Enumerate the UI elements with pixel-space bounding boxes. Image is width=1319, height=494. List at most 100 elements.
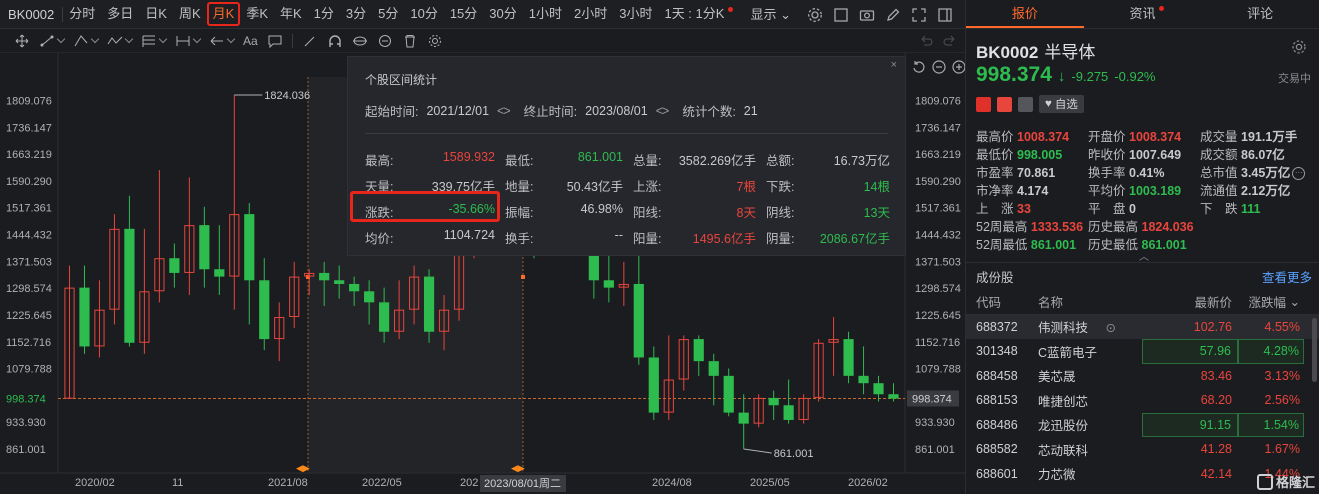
candle-body xyxy=(214,269,225,277)
candle-body xyxy=(843,339,854,376)
period-tab[interactable]: 3分 xyxy=(340,4,372,24)
display-menu[interactable]: 显示 ⌄ xyxy=(744,5,797,25)
range-tool-icon[interactable] xyxy=(175,34,202,48)
scrollbar[interactable] xyxy=(1312,318,1317,382)
price-change: -9.275 xyxy=(1071,69,1109,84)
stats-key: 最高: xyxy=(365,153,394,168)
collapse-icon[interactable] xyxy=(937,7,953,23)
comment-tool-icon[interactable] xyxy=(267,34,283,48)
zoom-out-icon[interactable] xyxy=(931,59,947,75)
eraser-tool-icon[interactable] xyxy=(302,34,318,48)
eye-icon[interactable] xyxy=(352,34,368,48)
quote-key: 52周最高 xyxy=(976,219,1028,234)
arrow-tool-icon[interactable] xyxy=(209,34,236,48)
quote-cell: 成交量 191.1万手 xyxy=(1200,126,1312,145)
y-tick-label-left: 1298.574 xyxy=(6,283,52,295)
col-name[interactable]: 名称 xyxy=(1030,292,1142,311)
quote-cell: 换手率 0.41% xyxy=(1088,162,1200,181)
tab-quote[interactable]: 报价 xyxy=(966,0,1084,28)
table-row[interactable]: 688486 龙迅股份 91.15 1.54% xyxy=(966,412,1319,437)
crosshair-date: 2023/08/01周二 xyxy=(484,477,561,490)
start-adjust-icon[interactable]: <> xyxy=(497,104,511,118)
gear-icon[interactable] xyxy=(1291,39,1307,55)
table-row[interactable]: 688458 美芯晟 83.46 3.13% xyxy=(966,364,1319,389)
fib-tool-icon[interactable] xyxy=(141,34,168,48)
period-tab[interactable]: 1小时 xyxy=(523,4,568,24)
quote-value: 70.861 xyxy=(1013,165,1056,180)
tab-comments-label: 评论 xyxy=(1247,6,1274,21)
y-tick-label-left: 1225.645 xyxy=(6,310,52,322)
x-tick-label: 2026/02 xyxy=(848,477,888,489)
stock-change: 1.54% xyxy=(1238,412,1304,437)
quote-value: 3.45万亿 xyxy=(1237,165,1291,180)
checkbox-icon[interactable] xyxy=(833,7,849,23)
wave-tool-icon[interactable] xyxy=(107,34,134,48)
current-price-tag: 998.374 xyxy=(912,394,952,406)
period-tab[interactable]: 10分 xyxy=(404,4,443,24)
period-tab[interactable]: 多日 xyxy=(101,4,139,24)
reset-zoom-icon[interactable] xyxy=(911,59,927,75)
col-change[interactable]: 涨跌幅 ⌄ xyxy=(1238,290,1304,314)
table-row[interactable]: 301348 C蓝箭电子 57.96 4.28% xyxy=(966,339,1319,364)
camera-icon[interactable] xyxy=(859,7,875,23)
undo-icon[interactable] xyxy=(918,34,934,48)
quote-cell: 市盈率 70.861 xyxy=(976,162,1088,181)
trendline-tool-icon[interactable] xyxy=(39,34,66,48)
period-tab[interactable]: 季K xyxy=(240,4,274,24)
trash-icon[interactable] xyxy=(402,34,418,48)
stock-code: 688372 xyxy=(976,319,1018,334)
period-tab[interactable]: 日K xyxy=(139,4,173,24)
fullscreen-icon[interactable] xyxy=(911,7,927,23)
move-cross-icon[interactable] xyxy=(14,34,30,48)
period-tab-monthly[interactable]: 月K xyxy=(206,2,241,26)
redo-icon[interactable] xyxy=(942,34,958,48)
period-tab[interactable]: 2小时 xyxy=(568,4,613,24)
start-date[interactable]: 2021/12/01 xyxy=(426,104,489,118)
table-row[interactable]: 688153 唯捷创芯 68.20 2.56% xyxy=(966,388,1319,413)
period-tab[interactable]: 3小时 xyxy=(613,4,658,24)
y-tick-label-left: 1809.076 xyxy=(6,95,52,107)
close-icon[interactable]: × xyxy=(891,59,897,71)
stats-row: 最高: 1589.932 最低: 861.001 总量: 3582.269亿手 总额: 16.… xyxy=(365,146,890,172)
lock-icon[interactable] xyxy=(377,34,393,48)
constituents-title: 成份股 xyxy=(976,271,1014,285)
quote-cell: 总市值 3.45万亿 ··· xyxy=(1200,162,1312,181)
view-icon[interactable]: ⊙ xyxy=(1102,321,1115,335)
channel-tool-icon[interactable] xyxy=(73,34,100,48)
period-tab[interactable]: 分时 xyxy=(63,4,101,24)
period-tab[interactable]: 1分 xyxy=(308,4,340,24)
expand-icon[interactable]: ︿ xyxy=(1139,248,1149,263)
col-price[interactable]: 最新价 xyxy=(1142,290,1238,314)
drawing-settings-icon[interactable] xyxy=(427,34,443,48)
tab-news[interactable]: 资讯 xyxy=(1084,0,1202,28)
constituents-table: 代码 名称 最新价 涨跌幅 ⌄ 688372 伟测科技 ⊙ 102.76 4.55% 3… xyxy=(966,290,1319,486)
see-more-link[interactable]: 查看更多 xyxy=(1262,267,1312,286)
x-tick-label: 2025/05 xyxy=(750,477,790,489)
period-tab[interactable]: 15分 xyxy=(444,4,483,24)
end-adjust-icon[interactable]: <> xyxy=(656,104,670,118)
magnet-icon[interactable] xyxy=(327,34,343,48)
period-tab[interactable]: 周K xyxy=(173,4,207,24)
col-code[interactable]: 代码 xyxy=(966,292,1030,311)
y-tick-label-right: 1152.716 xyxy=(915,337,960,349)
candle-body xyxy=(364,291,375,303)
tab-comments[interactable]: 评论 xyxy=(1201,0,1319,28)
settings-icon[interactable] xyxy=(807,7,823,23)
candle-body xyxy=(334,280,345,284)
end-date[interactable]: 2023/08/01 xyxy=(585,104,648,118)
period-tab[interactable]: 30分 xyxy=(483,4,522,24)
count-value: 21 xyxy=(743,103,758,118)
table-row[interactable]: 688582 芯动联科 41.28 1.67% xyxy=(966,437,1319,462)
stats-range: 起始时间: 2021/12/01 <> 终止时间: 2023/08/01 <> … xyxy=(365,101,758,120)
text-tool[interactable]: Aa xyxy=(243,34,258,48)
high-label: 1824.036 xyxy=(264,90,310,102)
period-tab[interactable]: 5分 xyxy=(372,4,404,24)
add-watchlist-button[interactable]: ♥ 自选 xyxy=(1039,95,1084,113)
pen-icon[interactable] xyxy=(885,7,901,23)
table-row[interactable]: 688372 伟测科技 ⊙ 102.76 4.55% xyxy=(966,314,1319,339)
more-icon[interactable]: ··· xyxy=(1292,166,1306,180)
period-tab[interactable]: 年K xyxy=(274,4,308,24)
period-selector[interactable]: 1天 : 1分K xyxy=(658,4,730,24)
x-tick-label: 2024/08 xyxy=(652,477,692,489)
last-price: 998.374 xyxy=(976,63,1052,86)
